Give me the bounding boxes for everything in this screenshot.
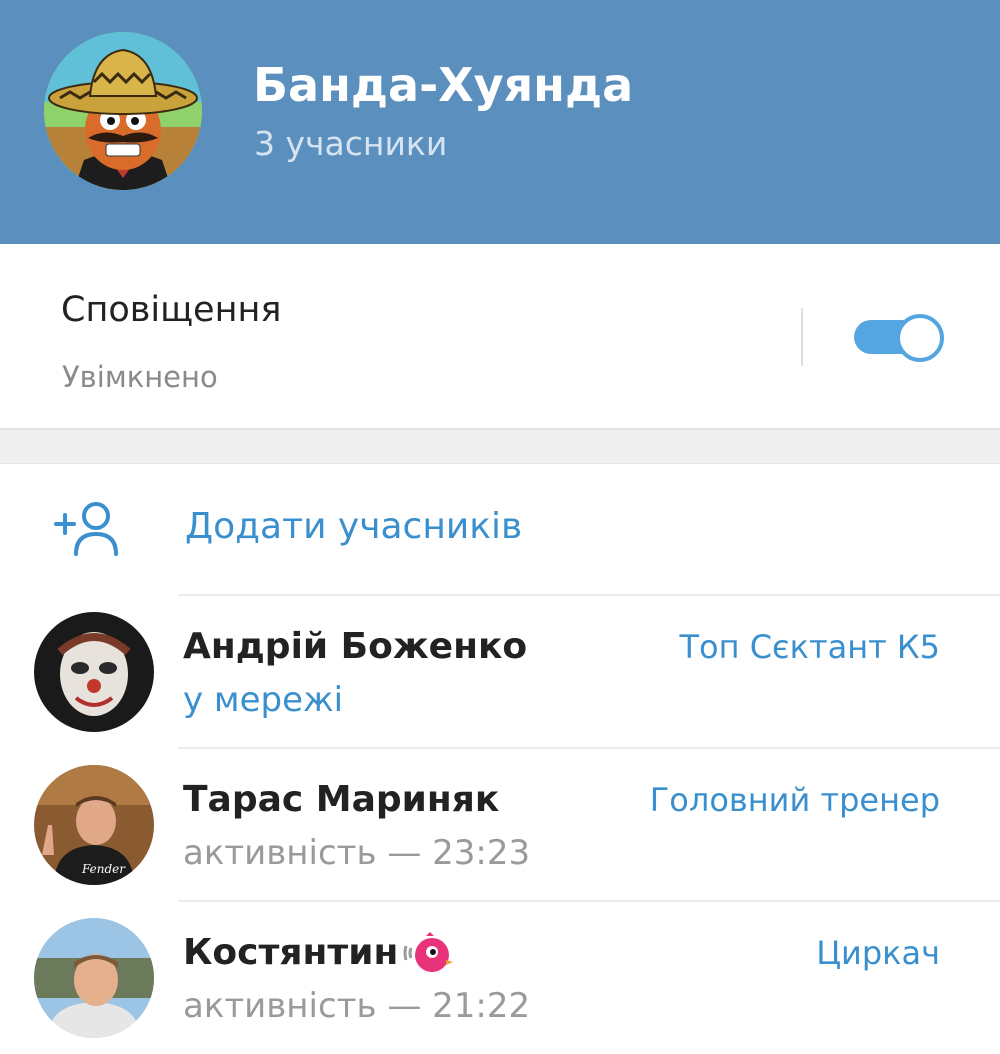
member-role: Топ Сєктант К5 [679,628,940,666]
group-title: Банда-Хуянда [253,58,634,112]
member-row[interactable]: Андрій Боженко у мережі Топ Сєктант К5 [0,596,1000,748]
notifications-toggle[interactable] [854,314,944,362]
toggle-knob [896,314,944,362]
member-role: Головний тренер [649,781,940,819]
member-row[interactable]: Fender Тарас Мариняк активність — 23:23 … [0,749,1000,901]
add-members-button[interactable]: Додати учасників [0,464,1000,596]
add-user-icon [54,502,118,556]
member-status: активність — 21:22 [183,986,531,1026]
section-separator [0,428,1000,464]
member-role: Циркач [816,934,940,972]
pink-bird-emoji-icon [403,932,453,972]
member-name: Тарас Мариняк [183,779,500,820]
member-avatar: Fender [34,765,154,885]
group-header: Банда-Хуянда 3 учасники [0,0,1000,244]
photo-avatar-icon [34,918,154,1038]
notifications-divider [801,308,803,366]
add-members-label: Додати учасників [185,506,523,547]
member-name: Костянтин [183,932,399,973]
member-avatar [34,918,154,1038]
svg-text:Fender: Fender [81,862,126,876]
member-row[interactable]: Костянтин активність — 21:22 Циркач [0,902,1000,1054]
group-member-count: 3 учасники [254,124,448,163]
member-name: Андрій Боженко [183,626,528,667]
photo-avatar-icon: Fender [34,765,154,885]
sombrero-mustache-avatar-icon [44,32,202,190]
clown-avatar-icon [34,612,154,732]
group-avatar[interactable] [44,32,202,190]
member-avatar [34,612,154,732]
notifications-label: Сповіщення [61,290,282,330]
member-status: активність — 23:23 [183,833,531,873]
member-status: у мережі [183,680,344,720]
notifications-status: Увімкнено [62,360,218,394]
notifications-row[interactable]: Сповіщення Увімкнено [0,244,1000,428]
